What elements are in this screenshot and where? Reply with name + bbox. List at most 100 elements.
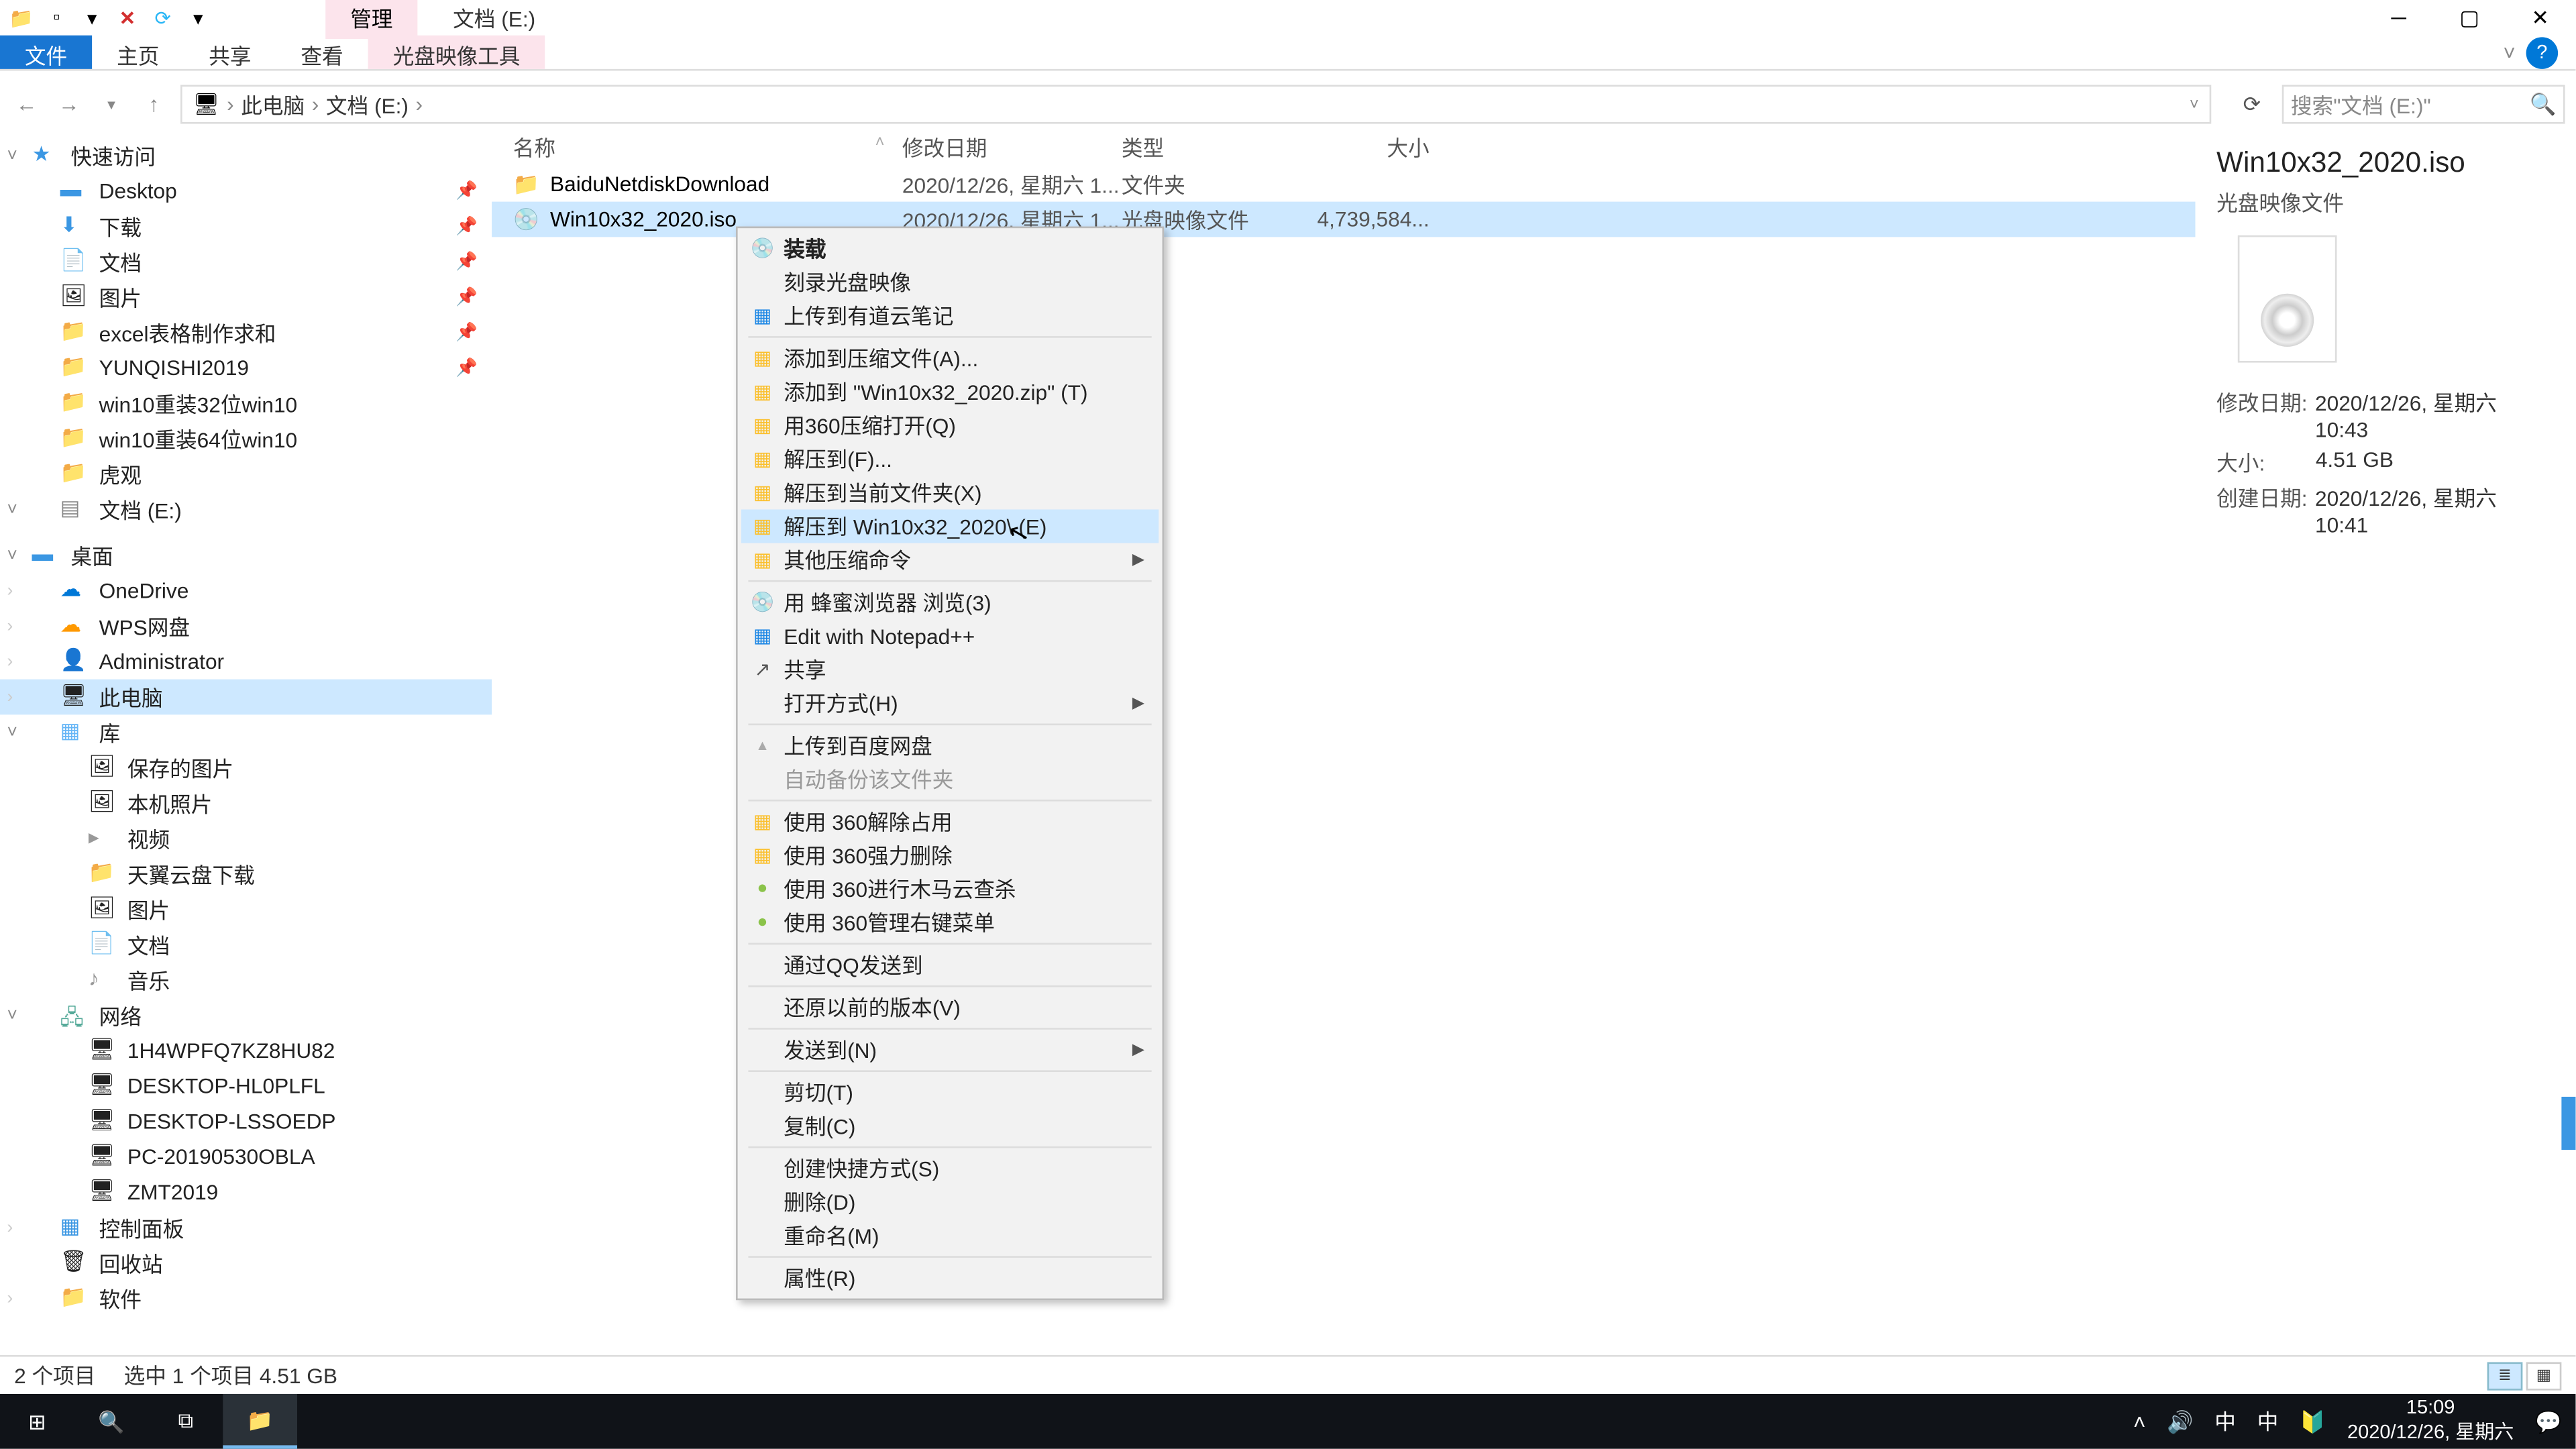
tree-item-documents[interactable]: 文档📌 <box>0 244 492 280</box>
menu-item[interactable]: 共享 <box>741 653 1159 686</box>
menu-item[interactable]: 解压到(F)... <box>741 442 1159 476</box>
menu-item[interactable]: 复制(C) <box>741 1109 1159 1142</box>
menu-item[interactable]: 重命名(M) <box>741 1219 1159 1252</box>
tree-item[interactable]: PC-20190530OBLA <box>0 1139 492 1175</box>
ribbon-expand-icon[interactable]: ˅ <box>2503 40 2516 64</box>
help-button[interactable]: ? <box>2526 36 2558 68</box>
tree-control-panel[interactable]: ›控制面板 <box>0 1210 492 1246</box>
tray-ime-icon[interactable]: 中 <box>2257 1406 2279 1436</box>
menu-item[interactable]: 解压到当前文件夹(X) <box>741 476 1159 509</box>
tree-item[interactable]: 天翼云盘下载 <box>0 856 492 892</box>
tree-item[interactable]: 图片 <box>0 892 492 927</box>
task-view-button[interactable]: ⧉ <box>149 1394 223 1449</box>
tray-volume-icon[interactable]: 🔊 <box>2167 1409 2193 1434</box>
tree-item-desktop[interactable]: Desktop📌 <box>0 173 492 209</box>
nav-back-button[interactable]: ← <box>11 89 42 120</box>
maximize-button[interactable]: ▢ <box>2434 0 2505 36</box>
menu-item[interactable]: 添加到压缩文件(A)... <box>741 341 1159 375</box>
view-details-button[interactable]: ≣ <box>2487 1361 2523 1389</box>
breadcrumb-segment[interactable]: 文档 (E:) <box>326 89 409 119</box>
tree-wps[interactable]: ›WPS网盘 <box>0 608 492 644</box>
column-type[interactable]: 类型 <box>1122 131 1305 162</box>
tree-item-drive-e[interactable]: ˅文档 (E:) <box>0 492 492 527</box>
tree-desktop-root[interactable]: ˅桌面 <box>0 538 492 574</box>
menu-item[interactable]: 剪切(T) <box>741 1075 1159 1109</box>
minimize-button[interactable]: ─ <box>2363 0 2434 36</box>
tray-ime-icon[interactable]: 中 <box>2214 1406 2236 1436</box>
tree-onedrive[interactable]: ›OneDrive <box>0 573 492 608</box>
menu-item[interactable]: 用 蜂蜜浏览器 浏览(3) <box>741 586 1159 619</box>
tray-notification-icon[interactable]: 💬 <box>2535 1409 2561 1434</box>
menu-item[interactable]: 上传到有道云笔记 <box>741 299 1159 333</box>
qat-item[interactable]: ⟳ <box>149 3 177 32</box>
qat-close-icon[interactable]: ✕ <box>113 3 142 32</box>
contextual-tab-manage[interactable]: 管理 <box>325 0 417 38</box>
column-date[interactable]: 修改日期 <box>902 131 1122 162</box>
breadcrumb-segment[interactable]: 此电脑 <box>241 89 305 119</box>
menu-item[interactable]: 使用 360管理右键菜单 <box>741 906 1159 939</box>
tree-item[interactable]: excel表格制作求和📌 <box>0 315 492 350</box>
ribbon-tab-home[interactable]: 主页 <box>92 36 184 69</box>
ribbon-tab-share[interactable]: 共享 <box>184 36 276 69</box>
menu-item[interactable]: 发送到(N)▶ <box>741 1033 1159 1067</box>
ribbon-tab-file[interactable]: 文件 <box>0 36 92 69</box>
menu-item[interactable]: 删除(D) <box>741 1185 1159 1219</box>
close-button[interactable]: ✕ <box>2505 0 2575 36</box>
tree-item[interactable]: 虎观 <box>0 456 492 492</box>
refresh-button[interactable]: ⟳ <box>2233 85 2271 124</box>
nav-up-button[interactable]: ↑ <box>138 89 170 120</box>
taskbar-explorer-button[interactable]: 📁 <box>223 1394 297 1449</box>
ribbon-tab-disc-tools[interactable]: 光盘映像工具 <box>368 36 545 69</box>
tree-item[interactable]: 视频 <box>0 821 492 857</box>
scrollbar-thumb[interactable] <box>2561 1097 2575 1150</box>
tree-item[interactable]: DESKTOP-HL0PLFL <box>0 1069 492 1104</box>
tree-item[interactable]: win10重装32位win10 <box>0 386 492 421</box>
tree-item[interactable]: 文档 <box>0 927 492 963</box>
tree-this-pc[interactable]: ›此电脑 <box>0 680 492 715</box>
tree-item[interactable]: 音乐 <box>0 963 492 998</box>
tree-quick-access[interactable]: ˅快速访问 <box>0 138 492 174</box>
menu-item[interactable]: Edit with Notepad++ <box>741 619 1159 653</box>
tree-network[interactable]: ˅网络 <box>0 998 492 1033</box>
nav-forward-button[interactable]: → <box>53 89 85 120</box>
menu-item[interactable]: 使用 360进行木马云查杀 <box>741 872 1159 906</box>
qat-dropdown-icon[interactable]: ▾ <box>184 3 212 32</box>
start-button[interactable]: ⊞ <box>0 1394 74 1449</box>
taskbar-clock[interactable]: 15:09 2020/12/26, 星期六 <box>2347 1398 2514 1445</box>
tree-item[interactable]: YUNQISHI2019📌 <box>0 350 492 386</box>
tree-administrator[interactable]: ›Administrator <box>0 644 492 680</box>
qat-item[interactable]: ▾ <box>78 3 106 32</box>
tree-item[interactable]: win10重装64位win10 <box>0 421 492 457</box>
column-size[interactable]: 大小 <box>1305 131 1430 162</box>
tree-item[interactable]: 1H4WPFQ7KZ8HU82 <box>0 1033 492 1069</box>
menu-item[interactable]: 打开方式(H)▶ <box>741 686 1159 720</box>
tree-recycle-bin[interactable]: 回收站 <box>0 1245 492 1281</box>
column-name[interactable]: 名称 ˄ <box>513 131 902 162</box>
menu-item[interactable]: 刻录光盘映像 <box>741 266 1159 299</box>
menu-item[interactable]: 上传到百度网盘 <box>741 729 1159 762</box>
tree-item-pictures[interactable]: 图片📌 <box>0 280 492 315</box>
tree-libraries[interactable]: ˅库 <box>0 714 492 750</box>
tray-security-icon[interactable]: 🔰 <box>2300 1409 2326 1434</box>
tree-item[interactable]: 保存的图片 <box>0 750 492 786</box>
tree-item[interactable]: 本机照片 <box>0 786 492 821</box>
file-row[interactable]: BaiduNetdiskDownload2020/12/26, 星期六 1...… <box>492 166 2195 202</box>
menu-item[interactable]: 解压到 Win10x32_2020\ (E) <box>741 509 1159 543</box>
menu-item[interactable]: 使用 360强力删除 <box>741 839 1159 872</box>
menu-item[interactable]: 还原以前的版本(V) <box>741 991 1159 1024</box>
tree-item[interactable]: DESKTOP-LSSOEDP <box>0 1104 492 1139</box>
tree-item-downloads[interactable]: 下载📌 <box>0 209 492 244</box>
taskbar-search-button[interactable]: 🔍 <box>74 1394 149 1449</box>
menu-item[interactable]: 通过QQ发送到 <box>741 948 1159 981</box>
breadcrumb-dropdown-icon[interactable]: ˅ <box>2190 95 2199 113</box>
qat-item[interactable]: ▫ <box>42 3 70 32</box>
menu-item[interactable]: 用360压缩打开(Q) <box>741 409 1159 442</box>
nav-history-dropdown[interactable]: ▾ <box>95 89 127 120</box>
ribbon-tab-view[interactable]: 查看 <box>276 36 368 69</box>
menu-item[interactable]: 属性(R) <box>741 1261 1159 1295</box>
search-input[interactable]: 搜索"文档 (E:)" 🔍 <box>2282 85 2565 124</box>
breadcrumb[interactable]: 🖥 › 此电脑 › 文档 (E:) › ˅ <box>180 85 2211 124</box>
view-icons-button[interactable]: ▦ <box>2526 1361 2562 1389</box>
menu-item[interactable]: 装载 <box>741 231 1159 265</box>
tree-item[interactable]: ›软件 <box>0 1281 492 1316</box>
